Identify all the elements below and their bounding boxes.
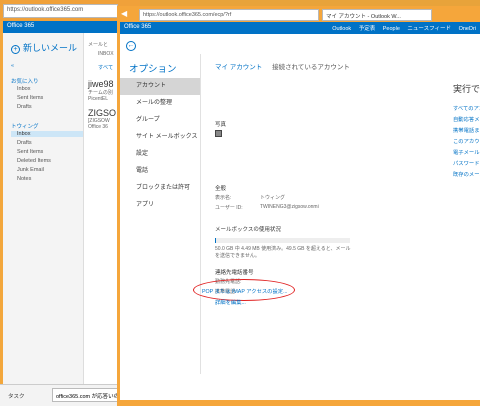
avatar[interactable] xyxy=(215,130,222,137)
nav-item-groups[interactable]: グループ xyxy=(120,112,200,129)
fav-sent-items[interactable]: Sent Items xyxy=(17,95,43,101)
content-tabs: マイ アカウント 接続されているアカウント xyxy=(215,61,350,71)
nav-newsfeed[interactable]: ニュースフィード xyxy=(407,26,451,32)
user-id-label: ユーザー ID: xyxy=(215,205,243,211)
nav-divider xyxy=(200,54,201,374)
folder-deleted-items[interactable]: Deleted Items xyxy=(17,158,51,164)
display-name-label: 表示名: xyxy=(215,195,232,201)
folder-inbox[interactable]: Inbox xyxy=(11,131,83,137)
mailbox-usage-fill xyxy=(215,238,217,243)
front-title-bar: ◀ https://outlook.office365.com/ecp/?rf … xyxy=(117,6,480,22)
folder-notes[interactable]: Notes xyxy=(17,176,31,182)
edit-details-link[interactable]: 詳細を編集... xyxy=(215,298,246,306)
nav-onedrive[interactable]: OneDri xyxy=(459,26,476,32)
nav-item-block-or-allow[interactable]: ブロックまたは許可 xyxy=(120,180,200,197)
folder-junk-email[interactable]: Junk Email xyxy=(17,167,44,173)
back-nav-icon[interactable]: ◀ xyxy=(121,9,127,18)
shortcut-link[interactable]: すべてのアカウ xyxy=(453,104,480,112)
front-suite-bar: Office 365 Outlook 予定表 People ニュースフィード O… xyxy=(120,22,480,34)
back-address-bar[interactable]: https://outlook.office365.com xyxy=(3,4,118,18)
user-id-value: TWINENG3@zigsow.onmi xyxy=(260,204,319,210)
nav-people[interactable]: People xyxy=(383,26,400,32)
plus-icon: + xyxy=(11,45,20,54)
pop-imap-settings-link[interactable]: POP または IMAP アクセスの設定... xyxy=(202,287,287,295)
nav-item-organize-email[interactable]: メールの整理 xyxy=(120,95,200,112)
mailbox-usage-bar xyxy=(215,238,350,243)
shortcut-link[interactable]: 自動応答メッセ xyxy=(453,115,480,123)
taskbar-item[interactable]: タスク xyxy=(8,392,25,400)
filter-all[interactable]: すべて xyxy=(98,63,113,71)
display-name-value: トウィング xyxy=(260,195,286,201)
nav-item-apps[interactable]: アプリ xyxy=(120,197,200,214)
page-title: オプション xyxy=(129,64,177,75)
shortcut-link[interactable]: 携帯電話またはテ xyxy=(453,126,480,134)
shortcut-link[interactable]: 既存のメールに xyxy=(453,170,480,178)
nav-item-account[interactable]: アカウント xyxy=(120,78,200,95)
front-address-bar[interactable]: https://outlook.office365.com/ecp/?rf xyxy=(139,9,319,21)
folder-title: INBOX xyxy=(98,51,114,57)
nav-outlook[interactable]: Outlook xyxy=(332,26,351,32)
tab-my-account[interactable]: マイ アカウント - Outlook W... xyxy=(322,9,432,21)
contact-numbers-header: 連絡先電話番号 xyxy=(215,270,254,276)
folder-sent-items[interactable]: Sent Items xyxy=(17,149,43,155)
account-header[interactable]: トウィング xyxy=(11,122,39,130)
top-nav: Outlook 予定表 People ニュースフィード OneDri xyxy=(326,24,476,32)
shortcut-link[interactable]: 電子メールを転 xyxy=(453,148,480,156)
photo-label: 写真 xyxy=(215,122,227,128)
nav-item-settings[interactable]: 設定 xyxy=(120,146,200,163)
nav-item-phone[interactable]: 電話 xyxy=(120,163,200,180)
nav-item-site-mailboxes[interactable]: サイト メールボックス xyxy=(120,129,200,146)
mailbox-usage-header: メールボックスの使用状況 xyxy=(215,227,281,233)
nav-calendar[interactable]: 予定表 xyxy=(359,26,376,32)
front-browser-window: ◀ https://outlook.office365.com/ecp/?rf … xyxy=(117,6,480,406)
new-mail-label: 新しいメール xyxy=(23,43,78,53)
options-page: ← オプション アカウント メールの整理 グループ サイト メールボックス 設定… xyxy=(120,34,480,400)
options-nav: アカウント メールの整理 グループ サイト メールボックス 設定 電話 ブロック… xyxy=(120,78,200,378)
collapse-icon[interactable]: « xyxy=(11,63,14,69)
back-suite-title[interactable]: Office 365 xyxy=(7,23,34,29)
new-mail-button[interactable]: + 新しいメール xyxy=(11,41,77,54)
folder-drafts[interactable]: Drafts xyxy=(17,140,32,146)
fav-inbox[interactable]: Inbox xyxy=(17,86,30,92)
mail-folder-pane: + 新しいメール « お気に入り Inbox Sent Items Drafts … xyxy=(3,33,83,397)
general-header: 全般 xyxy=(215,186,227,192)
favorites-header[interactable]: お気に入り xyxy=(11,77,39,85)
tab-connected-accounts[interactable]: 接続されているアカウント xyxy=(272,64,350,71)
shortcut-link[interactable]: このアカウントに xyxy=(453,137,480,145)
shortcuts-title: 実行でき xyxy=(453,84,480,94)
mailbox-usage-text: 50.0 GB 中 4.49 MB 使用済み。49.5 GB を超えると、メール… xyxy=(215,246,351,259)
tab-my-account-section[interactable]: マイ アカウント xyxy=(215,64,262,71)
shortcut-link[interactable]: パスワードを変更 xyxy=(453,159,480,167)
front-suite-title[interactable]: Office 365 xyxy=(124,24,151,30)
back-arrow-icon[interactable]: ← xyxy=(126,41,136,51)
search-input[interactable]: メールと xyxy=(88,41,108,48)
fav-drafts[interactable]: Drafts xyxy=(17,104,32,110)
